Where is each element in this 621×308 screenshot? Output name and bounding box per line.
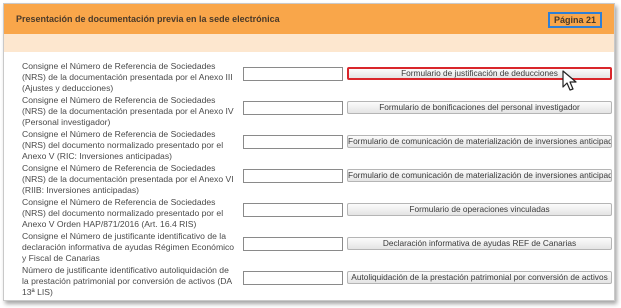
- inversiones-riib-form-button[interactable]: Formulario de comunicación de materializ…: [347, 169, 612, 182]
- operaciones-vinculadas-button[interactable]: Formulario de operaciones vinculadas: [347, 203, 612, 216]
- section-header: Presentación de documentación previa en …: [4, 4, 614, 34]
- row-description: Consigne el Número de Referencia de Soci…: [22, 129, 224, 161]
- header-subbar: [4, 34, 614, 52]
- inversiones-ric-form-button[interactable]: Formulario de comunicación de materializ…: [347, 135, 612, 148]
- nrs-input-anexo-vi-riib[interactable]: [243, 169, 343, 183]
- form-row-anexo-vi-riib: Consigne el Número de Referencia de Soci…: [4, 163, 614, 199]
- form-row-conversion-activos: Número de justificante identificativo au…: [4, 265, 614, 300]
- page-number-badge: Página 21: [547, 12, 602, 28]
- form-row-operaciones-vinculadas: Consigne el Número de Referencia de Soci…: [4, 197, 614, 233]
- nrs-input-anexo-iii[interactable]: [243, 67, 343, 81]
- row-description: Consigne el Número de Referencia de Soci…: [22, 163, 234, 195]
- form-row-ayudas-ref: Consigne el Número de justificante ident…: [4, 231, 614, 267]
- ayudas-ref-canarias-button[interactable]: Declaración informativa de ayudas REF de…: [347, 237, 612, 250]
- row-description: Consigne el Número de Referencia de Soci…: [22, 95, 234, 127]
- section-title: Presentación de documentación previa en …: [16, 14, 280, 24]
- form-window: Presentación de documentación previa en …: [3, 3, 615, 301]
- form-row-anexo-v-ric: Consigne el Número de Referencia de Soci…: [4, 129, 614, 165]
- row-description: Consigne el Número de Referencia de Soci…: [22, 197, 224, 229]
- mouse-pointer-icon: [562, 70, 577, 91]
- row-description: Consigne el Número de justificante ident…: [22, 231, 235, 263]
- bonificaciones-form-button[interactable]: Formulario de bonificaciones del persona…: [347, 101, 612, 114]
- justificante-input-ayudas-ref[interactable]: [243, 237, 343, 251]
- form-row-anexo-iii: Consigne el Número de Referencia de Soci…: [4, 61, 614, 97]
- form-row-anexo-iv: Consigne el Número de Referencia de Soci…: [4, 95, 614, 131]
- justificante-input-conversion-activos[interactable]: [243, 271, 343, 285]
- row-description: Consigne el Número de Referencia de Soci…: [22, 61, 233, 93]
- row-description: Número de justificante identificativo au…: [22, 265, 232, 297]
- nrs-input-operaciones-vinculadas[interactable]: [243, 203, 343, 217]
- nrs-input-anexo-v-ric[interactable]: [243, 135, 343, 149]
- autoliquidacion-button[interactable]: Autoliquidación de la prestación patrimo…: [347, 271, 612, 284]
- nrs-input-anexo-iv[interactable]: [243, 101, 343, 115]
